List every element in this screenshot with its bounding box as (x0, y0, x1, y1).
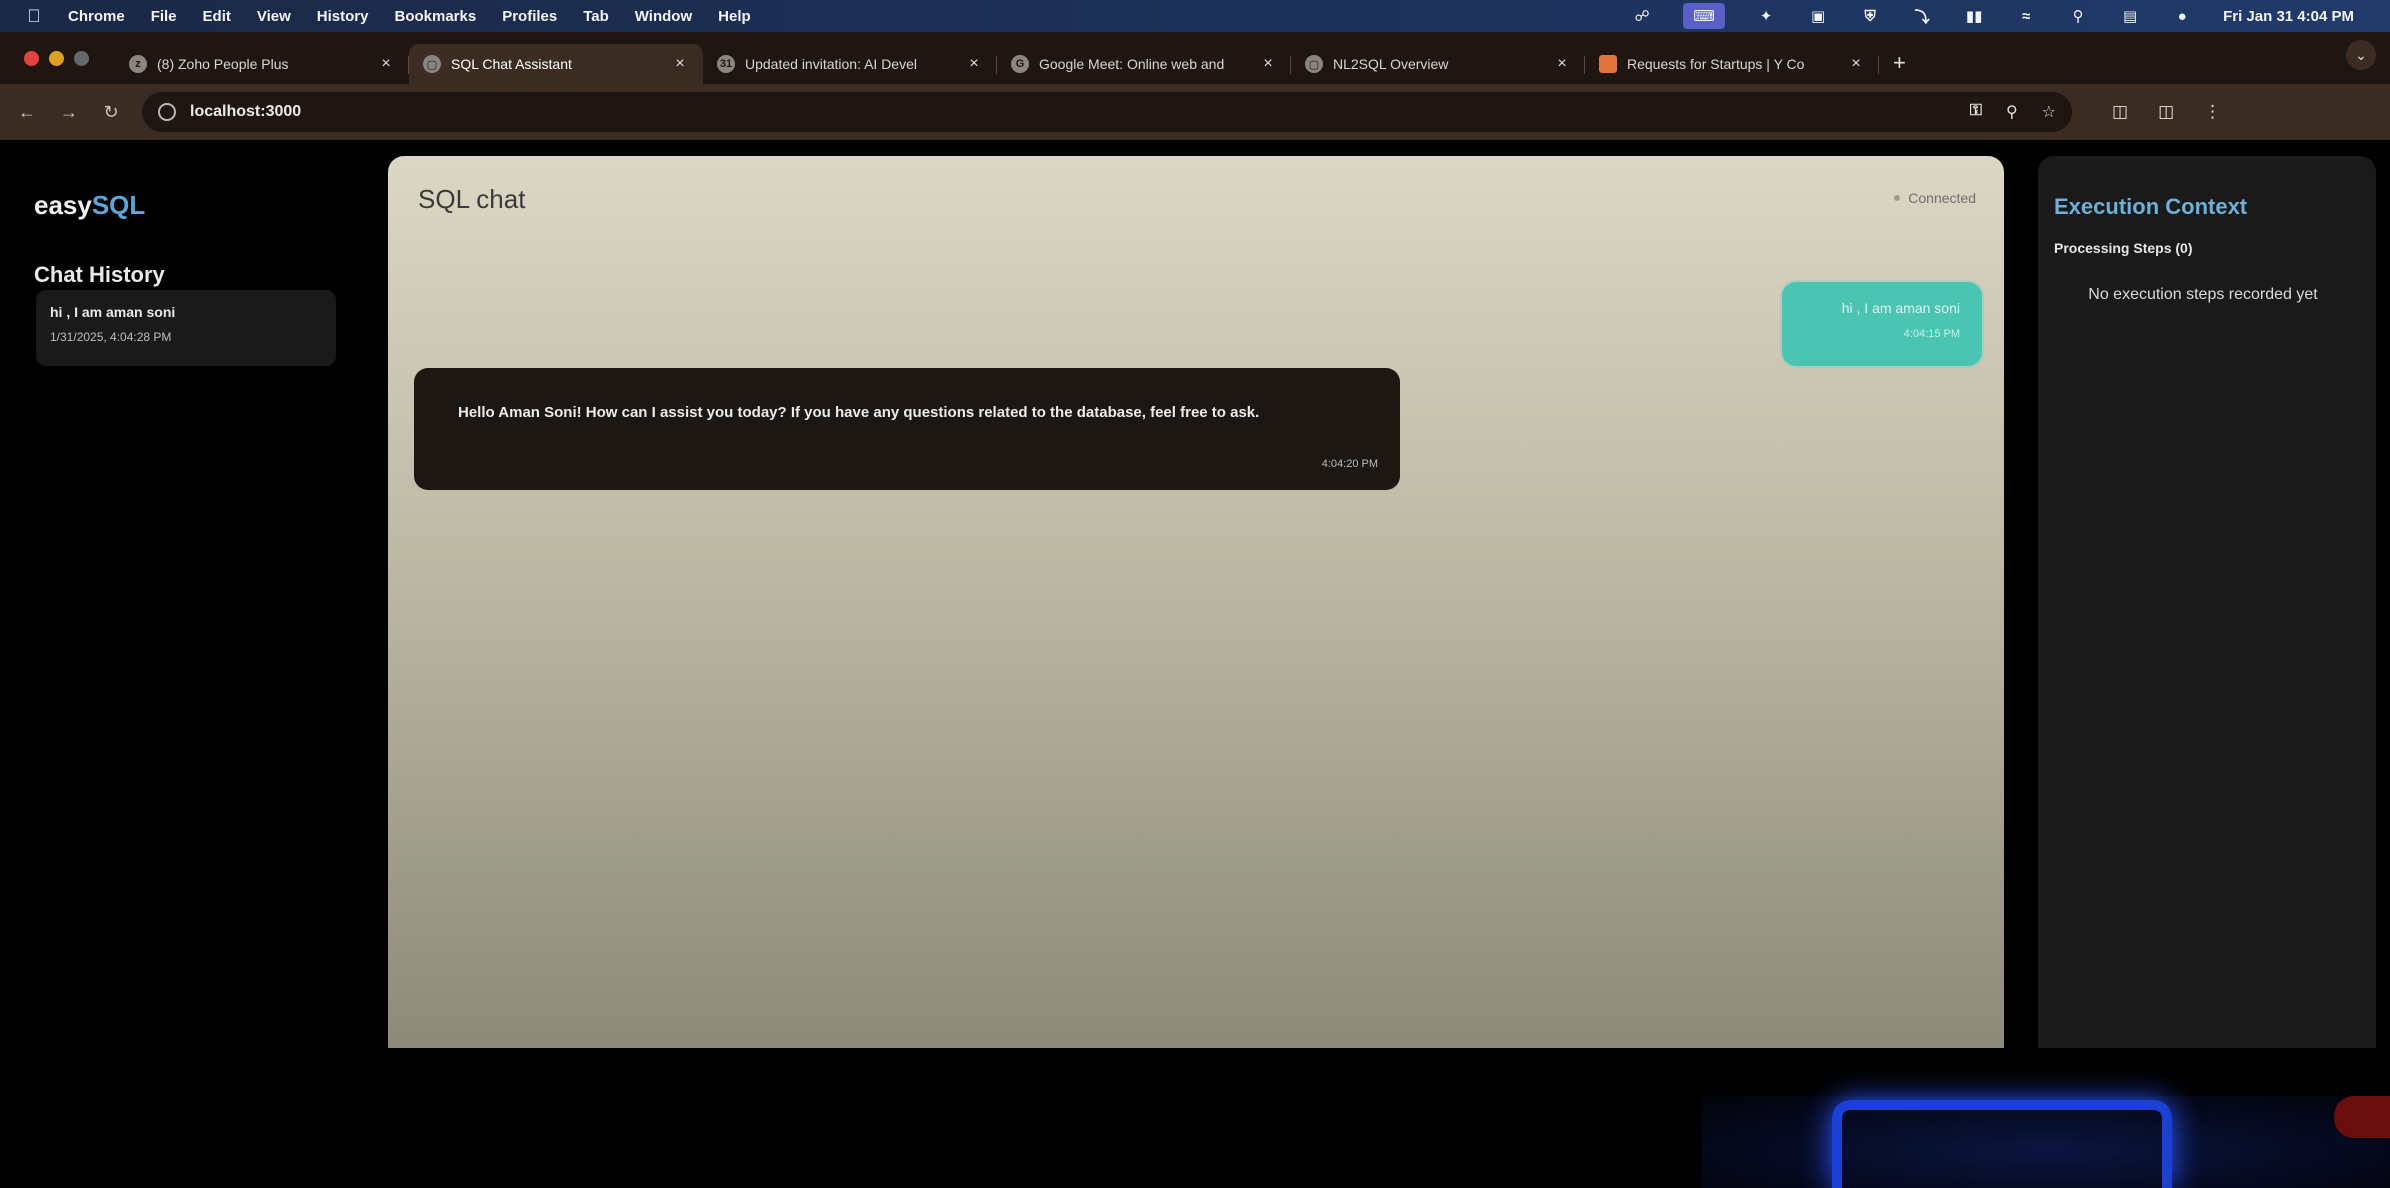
omnibox-actions: ⚿ ⚲ ☆ (1970, 102, 2056, 122)
address-bar-url[interactable]: localhost:3000 (190, 103, 301, 121)
sidebar: easySQL Chat History hi , I am aman soni… (0, 140, 370, 1048)
tab-google-meet[interactable]: G Google Meet: Online web and × (997, 44, 1291, 84)
reload-icon[interactable]: ↻ (96, 102, 126, 123)
tab-title: Google Meet: Online web and (1039, 56, 1225, 72)
siri-icon[interactable]: ● (2171, 7, 2193, 25)
zoom-icon[interactable]: ⚲ (2006, 102, 2018, 122)
processing-steps-label: Processing Steps (0) (2054, 240, 2193, 256)
zoom-window-button[interactable] (74, 51, 89, 66)
close-tab-icon[interactable]: × (1847, 55, 1865, 73)
history-item-title: hi , I am aman soni (50, 304, 176, 320)
close-tab-icon[interactable]: × (1553, 55, 1571, 73)
menu-profiles[interactable]: Profiles (502, 8, 557, 25)
menu-window[interactable]: Window (635, 8, 692, 25)
menu-view[interactable]: View (257, 8, 291, 25)
menu-tab[interactable]: Tab (583, 8, 609, 25)
status-dot-icon (1894, 195, 1901, 201)
doc-favicon-icon: ▢ (1305, 55, 1323, 73)
tab-search-chevron-icon[interactable]: ⌄ (2346, 40, 2376, 70)
shield-icon[interactable]: ⛨ (1859, 7, 1881, 25)
message-text: Hello Aman Soni! How can I assist you to… (458, 404, 1260, 421)
tab-title: NL2SQL Overview (1333, 56, 1449, 72)
close-tab-icon[interactable]: × (671, 55, 689, 73)
webcam-monitor-glow (1832, 1100, 2172, 1188)
menubar-clock[interactable]: Fri Jan 31 4:04 PM (2223, 8, 2354, 25)
sql-chat-app: easySQL Chat History hi , I am aman soni… (0, 140, 2390, 1188)
window-controls (24, 51, 89, 66)
new-tab-icon[interactable]: + (1893, 50, 1906, 76)
close-tab-icon[interactable]: × (377, 55, 395, 73)
apple-logo-icon[interactable]:  (22, 6, 46, 27)
control-center-icon[interactable]: ▤ (2119, 7, 2141, 25)
search-icon[interactable]: ⚲ (2067, 7, 2089, 25)
chat-panel: SQL chat Connected hi , I am aman soni 4… (388, 156, 2004, 1048)
bookmark-star-icon[interactable]: ☆ (2042, 102, 2056, 122)
document-icon[interactable]: ▣ (1807, 7, 1829, 25)
execution-context-panel: Execution Context Processing Steps (0) N… (2038, 156, 2376, 1048)
chat-history-heading: Chat History (34, 262, 165, 287)
calendar-favicon-icon: 31 (717, 55, 735, 73)
message-text: hi , I am aman soni (1841, 300, 1960, 316)
malwarebytes-icon[interactable]: ✦ (1755, 7, 1777, 25)
address-bar[interactable]: localhost:3000 ⚿ ⚲ ☆ (142, 92, 2072, 132)
browser-tab-strip: z (8) Zoho People Plus × ▢ SQL Chat Assi… (0, 32, 2390, 84)
macos-menu-bar:  Chrome File Edit View History Bookmark… (0, 0, 2390, 32)
assistant-message: Hello Aman Soni! How can I assist you to… (414, 368, 1400, 490)
google-favicon-icon: G (1011, 55, 1029, 73)
message-time: 4:04:15 PM (1903, 328, 1960, 340)
battery-icon[interactable]: ▮▮ (1963, 7, 1985, 25)
message-time: 4:04:20 PM (1321, 458, 1378, 470)
menubar-status-area: ☍ ⌨ ✦ ▣ ⛨ ⤵ ▮▮ ≈ ⚲ ▤ ● Fri Jan 31 4:04 P… (1631, 3, 2390, 29)
site-info-icon[interactable] (158, 103, 176, 121)
tab-zoho-people[interactable]: z (8) Zoho People Plus × (115, 44, 409, 84)
execution-context-heading: Execution Context (2054, 194, 2248, 219)
browser-toolbar: ← → ↻ localhost:3000 ⚿ ⚲ ☆ ◫ ◫ ⋮ (0, 84, 2390, 140)
bluetooth-icon[interactable]: ⤵ (1911, 7, 1933, 26)
close-tab-icon[interactable]: × (1259, 55, 1277, 73)
chat-title: SQL chat (418, 184, 526, 214)
brand-main: easy (34, 190, 92, 220)
connection-status: Connected (1894, 190, 1976, 206)
menu-history[interactable]: History (317, 8, 369, 25)
menu-file[interactable]: File (151, 8, 177, 25)
extension-icons: ◫ ◫ ⋮ (2112, 102, 2221, 122)
tab-title: (8) Zoho People Plus (157, 56, 289, 72)
menu-chrome[interactable]: Chrome (68, 8, 125, 25)
close-tab-icon[interactable]: × (965, 55, 983, 73)
webcam-overlay (1702, 1096, 2390, 1188)
tab-nl2sql-overview[interactable]: ▢ NL2SQL Overview × (1291, 44, 1585, 84)
page-favicon-icon: ▢ (423, 55, 441, 73)
sync-icon[interactable]: ☍ (1631, 7, 1653, 25)
close-window-button[interactable] (24, 51, 39, 66)
menu-help[interactable]: Help (718, 8, 751, 25)
menu-bookmarks[interactable]: Bookmarks (394, 8, 476, 25)
yc-favicon-icon (1599, 55, 1617, 73)
tab-title: Requests for Startups | Y Co (1627, 56, 1805, 72)
wifi-icon[interactable]: ≈ (2015, 7, 2037, 25)
password-key-icon[interactable]: ⚿ (1970, 102, 1982, 122)
menu-edit[interactable]: Edit (203, 8, 231, 25)
recording-indicator-icon (2334, 1096, 2390, 1138)
brand-accent: SQL (91, 190, 146, 220)
history-item-timestamp: 1/31/2025, 4:04:28 PM (50, 330, 172, 344)
extensions-puzzle-icon[interactable]: ◫ (2112, 102, 2128, 122)
tab-sql-chat-assistant[interactable]: ▢ SQL Chat Assistant × (409, 44, 703, 84)
zoho-favicon-icon: z (129, 55, 147, 73)
app-logo: easySQL (34, 190, 145, 221)
tab-title: Updated invitation: AI Devel (745, 56, 917, 72)
back-arrow-icon[interactable]: ← (12, 102, 42, 123)
forward-arrow-icon[interactable]: → (54, 102, 84, 123)
tab-title: SQL Chat Assistant (451, 56, 572, 72)
tab-requests-for-startups[interactable]: Requests for Startups | Y Co × (1585, 44, 1879, 84)
side-panel-icon[interactable]: ◫ (2158, 102, 2174, 122)
chat-history-item[interactable]: hi , I am aman soni 1/31/2025, 4:04:28 P… (36, 290, 336, 366)
tab-updated-invitation[interactable]: 31 Updated invitation: AI Devel × (703, 44, 997, 84)
minimize-window-button[interactable] (49, 51, 64, 66)
status-text: Connected (1908, 190, 1976, 206)
user-message: hi , I am aman soni 4:04:15 PM (1782, 282, 1982, 366)
empty-steps-message: No execution steps recorded yet (2088, 286, 2318, 303)
keyboard-icon[interactable]: ⌨ (1683, 3, 1726, 29)
more-menu-icon[interactable]: ⋮ (2204, 102, 2221, 122)
